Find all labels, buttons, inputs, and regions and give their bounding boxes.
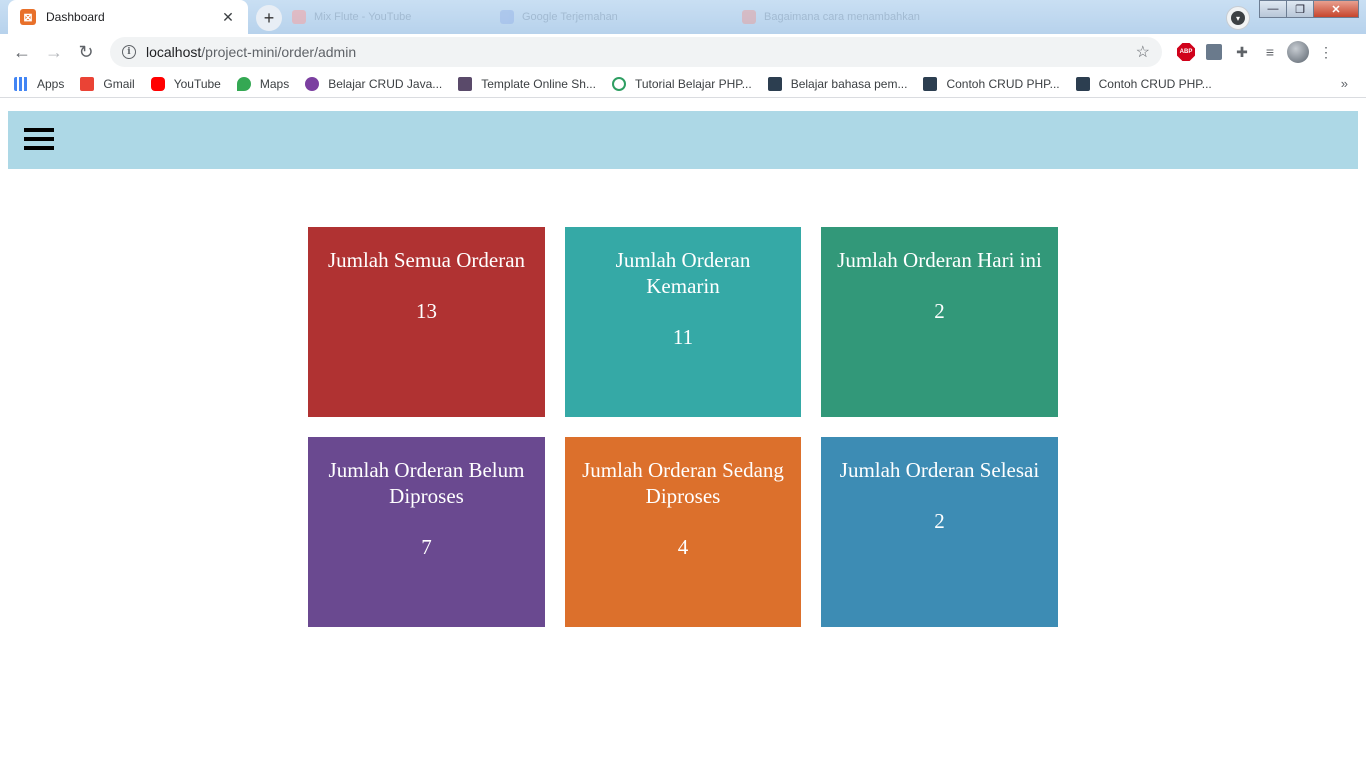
youtube-icon [150, 76, 165, 91]
translate-icon [500, 10, 514, 24]
bookmark-item[interactable]: Apps [14, 76, 65, 91]
page-navbar [8, 111, 1358, 169]
bookmark-label: Maps [259, 76, 290, 91]
extensions-area: ABP ✚ ≡ ⋮ [1172, 38, 1340, 66]
url-host: localhost [146, 44, 202, 60]
restore-button[interactable]: ❐ [1286, 0, 1314, 18]
close-window-button[interactable]: ✕ [1313, 0, 1359, 18]
bookmark-star-icon[interactable]: ☆ [1136, 42, 1150, 62]
menu-button[interactable]: ⋮ [1312, 38, 1340, 66]
window-controls: — ❐ ✕ [1259, 0, 1359, 18]
card-value: 7 [421, 535, 432, 559]
tab-dashboard[interactable]: ⊠ Dashboard ✕ [8, 0, 248, 34]
more-bookmarks-icon[interactable]: » [1341, 76, 1348, 91]
bookmark-item[interactable]: YouTube [150, 76, 221, 91]
codepolitan-icon [767, 76, 782, 91]
kebab-menu-icon: ⋮ [1319, 43, 1333, 60]
dashboard-grid: Jumlah Semua Orderan 13 Jumlah Orderan K… [308, 227, 1058, 627]
avatar [1287, 41, 1309, 63]
media-control-button[interactable]: ≡ [1256, 38, 1284, 66]
card-title: Jumlah Semua Orderan [327, 248, 526, 272]
card-processing-orders: Jumlah Orderan Sedang Diproses 4 [565, 437, 801, 627]
card-value: 4 [677, 535, 689, 559]
tab-title: Dashboard [46, 10, 105, 24]
bookmark-label: Contoh CRUD PHP... [946, 76, 1060, 91]
bookmark-label: Contoh CRUD PHP... [1098, 76, 1212, 91]
adblock-icon: ABP [1177, 43, 1195, 61]
site-icon [742, 10, 756, 24]
chevron-down-icon: ▾ [1231, 11, 1245, 25]
bookmark-item[interactable]: Belajar CRUD Java... [305, 76, 443, 91]
browser-titlebar: ⊠ Dashboard ✕ + Mix Flute - YouTube Goog… [0, 0, 1366, 34]
browser-toolbar: ← → ↻ i localhost/project-mini/order/adm… [0, 34, 1366, 70]
card-value: 2 [934, 509, 945, 533]
bookmark-label: Belajar bahasa pem... [790, 76, 908, 91]
background-tab[interactable]: Google Terjemahan [500, 8, 618, 26]
maps-pin-icon [236, 76, 251, 91]
hamburger-menu-icon[interactable] [24, 128, 54, 150]
back-button[interactable]: ← [6, 36, 38, 68]
new-tab-button[interactable]: + [256, 5, 282, 31]
codepolitan-icon [1075, 76, 1090, 91]
card-title: Jumlah Orderan Selesai [839, 458, 1040, 482]
background-tab-title: Bagaimana cara menambahkan [764, 11, 920, 23]
background-tab[interactable]: Mix Flute - YouTube [292, 8, 411, 26]
reload-button[interactable]: ↻ [70, 36, 102, 68]
bookmark-item[interactable]: Belajar bahasa pem... [767, 76, 908, 91]
card-unprocessed-orders: Jumlah Orderan Belum Diproses 7 [308, 437, 545, 627]
youtube-icon [292, 10, 306, 24]
extensions-puzzle-button[interactable]: ✚ [1228, 38, 1256, 66]
background-tab-title: Mix Flute - YouTube [314, 11, 412, 23]
card-title: Jumlah Orderan Sedang Diproses [582, 458, 784, 508]
bookmark-item[interactable]: Maps [236, 76, 290, 91]
minimize-button[interactable]: — [1259, 0, 1287, 18]
forward-button[interactable]: → [38, 36, 70, 68]
bookmark-item[interactable]: Contoh CRUD PHP... [1075, 76, 1212, 91]
xampp-icon: ⊠ [20, 9, 36, 25]
bookmark-item[interactable]: Gmail [80, 76, 135, 91]
card-title: Jumlah Orderan Hari ini [837, 248, 1042, 272]
bookmark-label: Tutorial Belajar PHP... [634, 76, 752, 91]
bookmark-item[interactable]: Template Online Sh... [458, 76, 596, 91]
card-value: 11 [672, 325, 694, 349]
playlist-icon: ≡ [1265, 44, 1275, 60]
adblock-extension-button[interactable]: ABP [1172, 38, 1200, 66]
card-title: Jumlah Orderan Kemarin [615, 248, 751, 298]
bookmark-label: Apps [37, 76, 65, 91]
background-tab-title: Google Terjemahan [522, 11, 618, 23]
bookmark-item[interactable]: Contoh CRUD PHP... [923, 76, 1060, 91]
extension-button[interactable] [1200, 38, 1228, 66]
site-icon [458, 76, 473, 91]
address-bar[interactable]: i localhost/project-mini/order/admin ☆ [110, 37, 1162, 67]
gmail-icon [80, 76, 95, 91]
bookmarks-bar: Apps Gmail YouTube Maps Belajar CRUD Jav… [0, 70, 1366, 98]
bookmark-label: Belajar CRUD Java... [328, 76, 443, 91]
card-total-orders: Jumlah Semua Orderan 13 [308, 227, 545, 417]
site-info-icon[interactable]: i [122, 45, 136, 59]
puzzle-icon: ✚ [1236, 43, 1248, 60]
extension-icon [1206, 44, 1222, 60]
card-today-orders: Jumlah Orderan Hari ini 2 [821, 227, 1058, 417]
card-value: 13 [416, 299, 437, 323]
bookmark-label: YouTube [173, 76, 221, 91]
background-tab[interactable]: Bagaimana cara menambahkan [742, 8, 920, 26]
tab-search-button[interactable]: ▾ [1226, 6, 1250, 30]
bookmark-item[interactable]: Tutorial Belajar PHP... [611, 76, 752, 91]
bookmark-label: Template Online Sh... [481, 76, 596, 91]
bookmark-label: Gmail [103, 76, 135, 91]
codepolitan-icon [923, 76, 938, 91]
card-yesterday-orders: Jumlah Orderan Kemarin 11 [565, 227, 801, 417]
url-text[interactable]: localhost/project-mini/order/admin [146, 44, 1136, 60]
apps-grid-icon [14, 76, 28, 91]
site-icon [305, 76, 320, 91]
close-tab-icon[interactable]: ✕ [220, 9, 236, 26]
card-completed-orders: Jumlah Orderan Selesai 2 [821, 437, 1058, 627]
site-icon [611, 76, 626, 91]
card-value: 2 [934, 299, 945, 323]
card-title: Jumlah Orderan Belum Diproses [328, 458, 525, 508]
url-path: /project-mini/order/admin [201, 44, 357, 60]
profile-button[interactable] [1284, 38, 1312, 66]
